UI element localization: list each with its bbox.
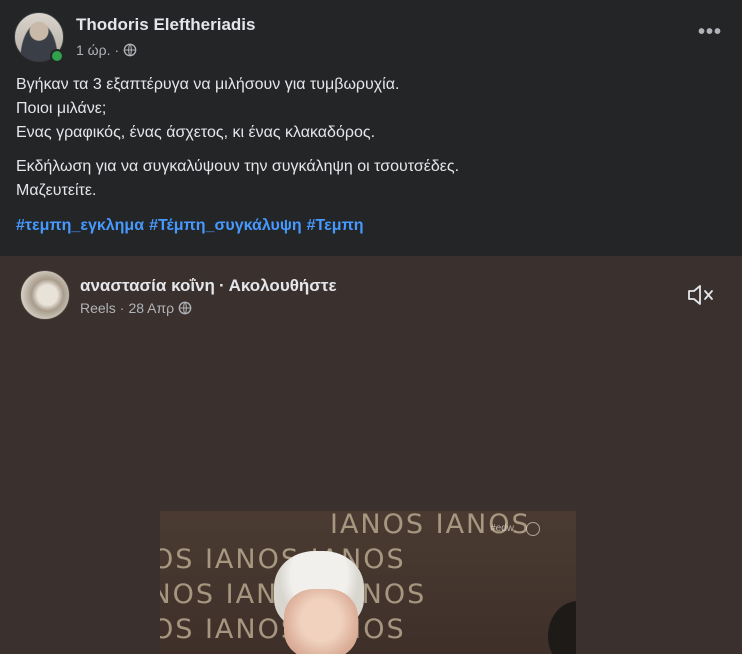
- post-line: Εκδήλωση για να συγκαλύψουν την συγκάληψ…: [16, 158, 460, 175]
- shared-date[interactable]: 28 Απρ: [128, 300, 174, 316]
- hashtag-link[interactable]: #Τεμπη: [307, 217, 364, 235]
- shared-author-name[interactable]: αναστασία κοΐνη: [80, 276, 215, 296]
- hashtag-link[interactable]: #τεμπη_εγκλημα: [16, 217, 144, 235]
- video-watermark: #edw: [490, 523, 514, 534]
- shared-author-avatar[interactable]: [20, 270, 70, 320]
- online-status-indicator: [50, 49, 64, 63]
- post-text: Βγήκαν τα 3 εξαπτέρυγα να μιλήσουν για τ…: [16, 73, 726, 213]
- watermark-logo-icon: [526, 522, 540, 536]
- post-header: Thodoris Eleftheriadis 1 ώρ. · •••: [14, 12, 728, 64]
- meta-separator: ·: [119, 300, 125, 316]
- name-separator: ·: [218, 276, 225, 295]
- reels-label[interactable]: Reels: [80, 300, 116, 316]
- follow-link[interactable]: Ακολουθήστε: [229, 276, 337, 296]
- more-options-button[interactable]: •••: [696, 22, 724, 50]
- post-line: Βγήκαν τα 3 εξαπτέρυγα να μιλήσουν για τ…: [16, 76, 400, 93]
- post-paragraph-1: Βγήκαν τα 3 εξαπτέρυγα να μιλήσουν για τ…: [16, 73, 726, 145]
- hashtag-link[interactable]: #Τέμπη_συγκάλυψη: [149, 217, 302, 235]
- post-line: Μαζευτείτε.: [16, 182, 97, 199]
- shared-reel[interactable]: αναστασία κοΐνη · Ακολουθήστε Reels · 28…: [0, 256, 742, 654]
- post-paragraph-2: Εκδήλωση για να συγκαλύψουν την συγκάληψ…: [16, 155, 726, 203]
- post-line: Ποιοι μιλάνε;: [16, 100, 107, 117]
- globe-icon: [178, 301, 192, 315]
- person-face: [284, 589, 358, 654]
- globe-icon[interactable]: [123, 43, 137, 57]
- author-name[interactable]: Thodoris Eleftheriadis: [76, 15, 255, 35]
- hashtag-list: #τεμπη_εγκλημα #Τέμπη_συγκάλυψη #Τεμπη: [16, 217, 364, 235]
- person-silhouette: [548, 601, 576, 654]
- video-player[interactable]: IANOS IANOS OS IANOS IANOS ANOS IANOS IA…: [160, 511, 576, 654]
- facebook-post: Thodoris Eleftheriadis 1 ώρ. · ••• Βγήκα…: [0, 0, 742, 654]
- muted-speaker-icon[interactable]: [686, 282, 716, 308]
- shared-author-line: αναστασία κοΐνη · Ακολουθήστε: [80, 276, 337, 296]
- post-time[interactable]: 1 ώρ.: [76, 42, 110, 58]
- post-line: Ενας γραφικός, ένας άσχετος, κι ένας κλα…: [16, 124, 376, 141]
- shared-meta: Reels · 28 Απρ: [80, 300, 192, 316]
- meta-separator: ·: [114, 42, 120, 58]
- post-meta: 1 ώρ. ·: [76, 42, 137, 58]
